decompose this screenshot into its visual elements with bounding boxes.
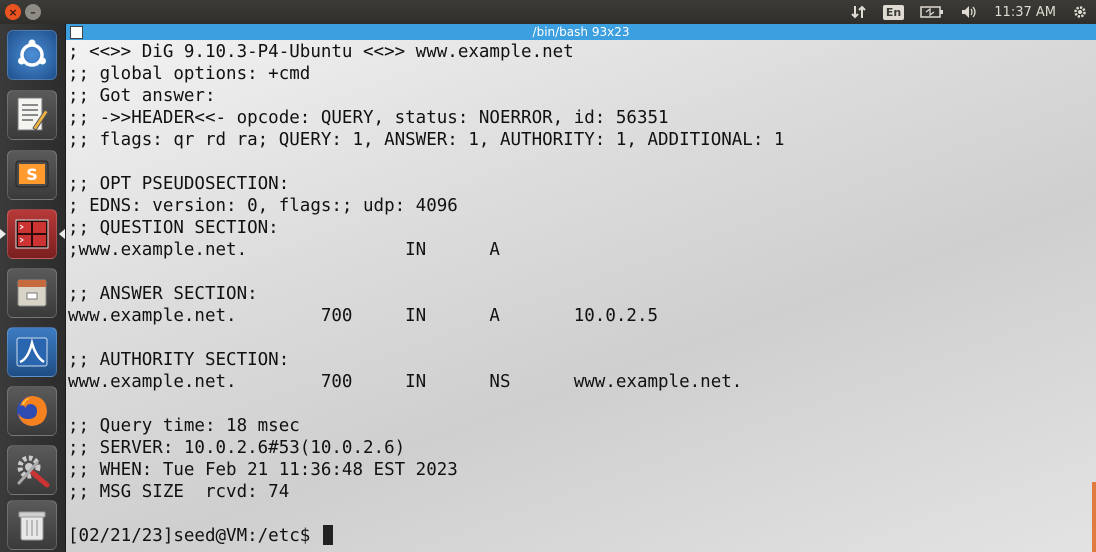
terminal-line: ;; AUTHORITY SECTION:	[68, 350, 290, 370]
text-editor-icon[interactable]	[7, 90, 57, 140]
terminal-content[interactable]: ; <<>> DiG 9.10.3-P4-Ubuntu <<>> www.exa…	[66, 40, 1096, 552]
active-indicator	[0, 229, 6, 239]
terminal-line: ;; ->>HEADER<<- opcode: QUERY, status: N…	[68, 108, 669, 128]
terminal-line: ;; MSG SIZE rcvd: 74	[68, 482, 290, 502]
clock[interactable]: 11:37 AM	[994, 5, 1056, 20]
wireshark-icon[interactable]	[7, 327, 57, 377]
top-panel: × – En 11:37 AM	[0, 0, 1096, 24]
network-transfer-icon[interactable]	[851, 4, 867, 20]
file-manager-icon[interactable]	[7, 268, 57, 318]
terminal-line: ; <<>> DiG 9.10.3-P4-Ubuntu <<>> www.exa…	[68, 42, 574, 62]
shell-prompt: [02/21/23]seed@VM:/etc$	[68, 526, 321, 546]
svg-text:S: S	[26, 165, 38, 184]
system-settings-icon[interactable]	[7, 445, 57, 495]
terminal-title: /bin/bash 93x23	[532, 25, 630, 39]
text-cursor	[322, 525, 333, 545]
terminal-output: ; <<>> DiG 9.10.3-P4-Ubuntu <<>> www.exa…	[68, 41, 784, 503]
terminal-prompt-line[interactable]: [02/21/23]seed@VM:/etc$	[68, 525, 333, 547]
settings-gear-icon[interactable]	[1072, 4, 1088, 20]
terminal-titlebar[interactable]: /bin/bash 93x23	[66, 24, 1096, 40]
terminal-line: ;; OPT PSEUDOSECTION:	[68, 174, 290, 194]
system-tray: En 11:37 AM	[843, 0, 1096, 24]
trash-icon[interactable]	[7, 500, 57, 550]
battery-icon[interactable]	[920, 5, 944, 19]
terminal-line: ;; SERVER: 10.0.2.6#53(10.0.2.6)	[68, 438, 406, 458]
terminal-line: www.example.net. 700 IN NS www.example.n…	[68, 372, 743, 392]
terminal-line: ;; Query time: 18 msec	[68, 416, 300, 436]
terminal-line: ;; Got answer:	[68, 86, 216, 106]
volume-icon[interactable]	[960, 4, 978, 20]
terminal-window-icon	[70, 26, 83, 39]
terminal-line: www.example.net. 700 IN A 10.0.2.5	[68, 306, 659, 326]
launcher: S	[0, 24, 66, 552]
close-window-button[interactable]: ×	[5, 4, 21, 20]
firefox-icon[interactable]	[7, 386, 57, 436]
terminal-line: ;; WHEN: Tue Feb 21 11:36:48 EST 2023	[68, 460, 458, 480]
scrollbar[interactable]	[1092, 482, 1096, 552]
terminal-line: ;; global options: +cmd	[68, 64, 311, 84]
minimize-window-button[interactable]: –	[25, 4, 41, 20]
terminal-line: ;; flags: qr rd ra; QUERY: 1, ANSWER: 1,…	[68, 130, 785, 150]
terminal-icon[interactable]	[7, 209, 57, 259]
focused-indicator	[59, 229, 65, 239]
terminal-line: ;; ANSWER SECTION:	[68, 284, 258, 304]
terminal-line: ;; QUESTION SECTION:	[68, 218, 279, 238]
keyboard-layout-indicator[interactable]: En	[882, 4, 905, 20]
terminal-line: ; EDNS: version: 0, flags:; udp: 4096	[68, 196, 458, 216]
ubuntu-dash-icon[interactable]	[7, 30, 57, 80]
sublime-text-icon[interactable]: S	[7, 150, 57, 200]
terminal-line: ;www.example.net. IN A	[68, 240, 500, 260]
